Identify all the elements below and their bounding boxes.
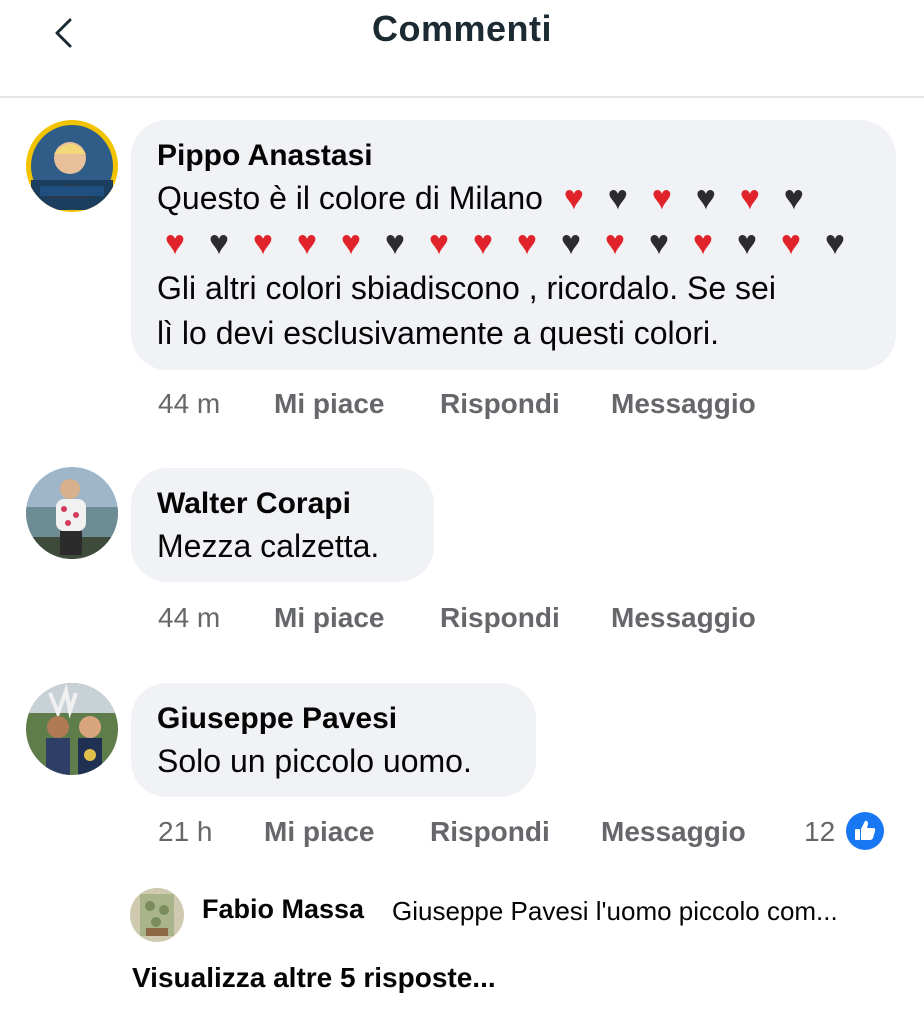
black-heart-emoji: ♥ <box>208 224 230 262</box>
comment-bubble: Pippo Anastasi Questo è il colore di Mil… <box>131 120 896 370</box>
black-heart-emoji: ♥ <box>783 179 804 217</box>
red-heart-emoji: ♥ <box>164 224 186 262</box>
comment-timestamp: 21 h <box>158 816 213 847</box>
black-heart-emoji: ♥ <box>736 224 758 262</box>
red-heart-emoji: ♥ <box>296 224 318 262</box>
comment-actions: 21 h Mi piace Rispondi Messaggio <box>158 812 778 852</box>
like-button[interactable]: Mi piace <box>274 598 384 638</box>
page-title: Commenti <box>371 8 552 49</box>
red-heart-emoji: ♥ <box>651 179 672 217</box>
red-heart-emoji: ♥ <box>692 224 714 262</box>
black-heart-emoji: ♥ <box>560 224 582 262</box>
reply-text: Giuseppe Pavesi l'uomo piccolo com... <box>392 896 838 926</box>
like-icon <box>846 812 884 850</box>
profile-photo <box>26 683 118 775</box>
red-heart-emoji: ♥ <box>604 224 626 262</box>
red-heart-emoji: ♥ <box>252 224 274 262</box>
comment-bubble: Giuseppe Pavesi Solo un piccolo uomo. <box>131 683 536 797</box>
comment-timestamp: 44 m <box>158 602 221 633</box>
red-heart-emoji: ♥ <box>563 179 584 217</box>
comment-bubble: Walter Corapi Mezza calzetta. <box>131 468 434 582</box>
like-button[interactable]: Mi piace <box>264 812 374 852</box>
comment-actions: 44 m Mi piace Rispondi Messaggio <box>158 384 858 424</box>
profile-photo <box>130 888 184 942</box>
comment-text: Mezza calzetta. <box>157 528 380 564</box>
reply-author: Fabio Massa <box>202 894 365 924</box>
reply-button[interactable]: Rispondi <box>430 812 550 852</box>
comment-text: Solo un piccolo uomo. <box>157 743 472 779</box>
comment-text-line: lì lo devi esclusivamente a questi color… <box>157 315 720 351</box>
reaction-count[interactable]: 12 <box>804 812 835 852</box>
black-heart-emoji: ♥ <box>824 224 846 262</box>
red-heart-emoji: ♥ <box>340 224 362 262</box>
red-heart-emoji: ♥ <box>780 224 802 262</box>
view-more-replies-link[interactable]: Visualizza altre 5 risposte... <box>132 962 496 994</box>
avatar[interactable] <box>26 467 118 559</box>
red-heart-emoji: ♥ <box>472 224 494 262</box>
black-heart-emoji: ♥ <box>607 179 628 217</box>
profile-photo <box>31 125 113 210</box>
comment-author[interactable]: Giuseppe Pavesi <box>157 699 508 739</box>
message-button[interactable]: Messaggio <box>611 598 756 638</box>
comment-author[interactable]: Pippo Anastasi <box>157 136 868 176</box>
red-heart-emoji: ♥ <box>428 224 450 262</box>
message-button[interactable]: Messaggio <box>611 384 756 424</box>
avatar <box>130 888 184 942</box>
black-heart-emoji: ♥ <box>384 224 406 262</box>
red-heart-emoji: ♥ <box>739 179 760 217</box>
black-heart-emoji: ♥ <box>648 224 670 262</box>
reply-button[interactable]: Rispondi <box>440 384 560 424</box>
reply-button[interactable]: Rispondi <box>440 598 560 638</box>
heart-emoji-row: ♥ ♥ ♥ ♥ ♥ ♥ <box>552 179 816 217</box>
top-bar: Commenti <box>0 0 924 98</box>
avatar[interactable] <box>26 683 118 775</box>
black-heart-emoji: ♥ <box>695 179 716 217</box>
comment-author[interactable]: Walter Corapi <box>157 484 406 524</box>
message-button[interactable]: Messaggio <box>601 812 746 852</box>
comment-text-line: Gli altri colori sbiadiscono , ricordalo… <box>157 270 776 306</box>
avatar[interactable] <box>26 120 118 212</box>
profile-photo <box>26 467 118 559</box>
comment-text: Questo è il colore di Milano ♥ ♥ ♥ ♥ ♥ ♥ <box>157 176 868 221</box>
red-heart-emoji: ♥ <box>516 224 538 262</box>
comment-timestamp: 44 m <box>158 388 221 419</box>
comment-text-line: Questo è il colore di Milano <box>157 180 543 216</box>
comment-actions: 44 m Mi piace Rispondi Messaggio <box>158 598 858 638</box>
like-button[interactable]: Mi piace <box>274 384 384 424</box>
heart-emoji-row: ♥ ♥ ♥ ♥ ♥ ♥ ♥ ♥ ♥ ♥ ♥ ♥ ♥ ♥ ♥ ♥ <box>153 221 868 266</box>
